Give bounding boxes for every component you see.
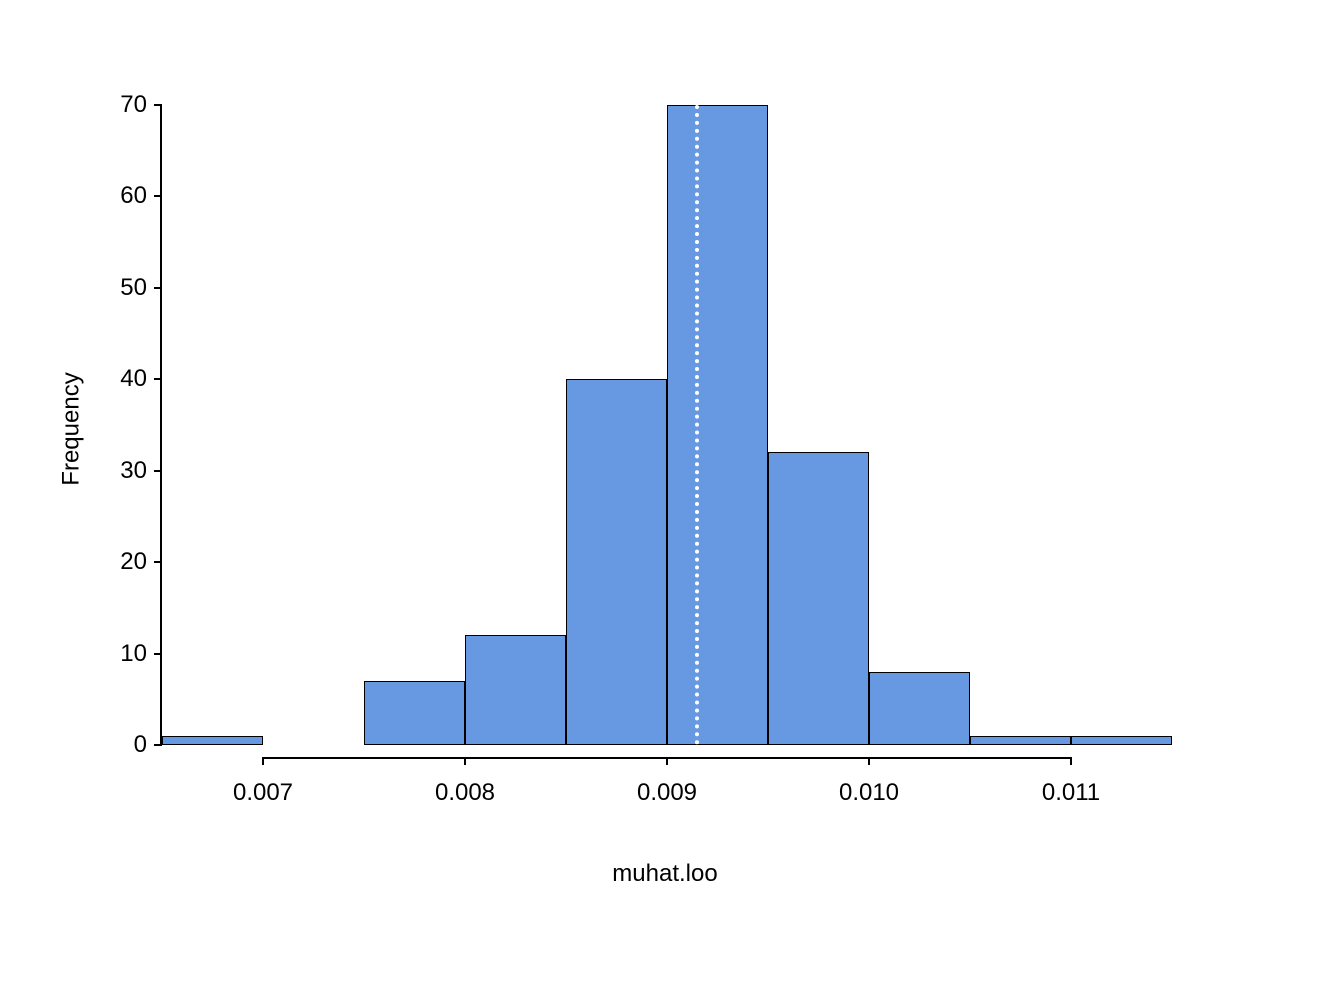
histogram-bar xyxy=(869,672,970,745)
histogram-bar xyxy=(667,105,768,745)
y-tick xyxy=(154,378,162,380)
y-axis-title: Frequency xyxy=(58,372,86,485)
histogram-bar xyxy=(970,736,1071,745)
x-tick-label: 0.007 xyxy=(233,779,293,807)
histogram-chart: 0102030405060700.0070.0080.0090.0100.011… xyxy=(0,0,1344,1008)
histogram-bar xyxy=(162,736,263,745)
histogram-bar xyxy=(768,452,869,745)
y-tick-label: 50 xyxy=(92,274,147,302)
y-tick-label: 30 xyxy=(92,457,147,485)
histogram-bar xyxy=(465,635,566,745)
y-tick-label: 70 xyxy=(92,91,147,119)
histogram-bar xyxy=(566,379,667,745)
x-tick-label: 0.009 xyxy=(637,779,697,807)
x-tick xyxy=(666,757,668,765)
y-tick xyxy=(154,561,162,563)
x-tick-label: 0.010 xyxy=(839,779,899,807)
histogram-bar xyxy=(364,681,465,745)
x-tick xyxy=(262,757,264,765)
x-tick-label: 0.011 xyxy=(1042,779,1100,807)
y-tick xyxy=(154,104,162,106)
y-tick-label: 0 xyxy=(92,731,147,759)
plot-area: 0102030405060700.0070.0080.0090.0100.011 xyxy=(160,105,1172,745)
x-axis-title: muhat.loo xyxy=(612,860,717,888)
x-tick xyxy=(464,757,466,765)
reference-vline xyxy=(695,105,699,745)
y-tick-label: 60 xyxy=(92,182,147,210)
y-tick xyxy=(154,470,162,472)
y-tick xyxy=(154,287,162,289)
y-tick-label: 20 xyxy=(92,548,147,576)
x-tick xyxy=(868,757,870,765)
y-tick xyxy=(154,744,162,746)
histogram-bar xyxy=(1071,736,1172,745)
x-tick xyxy=(1070,757,1072,765)
y-tick-label: 40 xyxy=(92,365,147,393)
y-tick xyxy=(154,195,162,197)
y-tick-label: 10 xyxy=(92,640,147,668)
x-tick-label: 0.008 xyxy=(435,779,495,807)
y-tick xyxy=(154,653,162,655)
